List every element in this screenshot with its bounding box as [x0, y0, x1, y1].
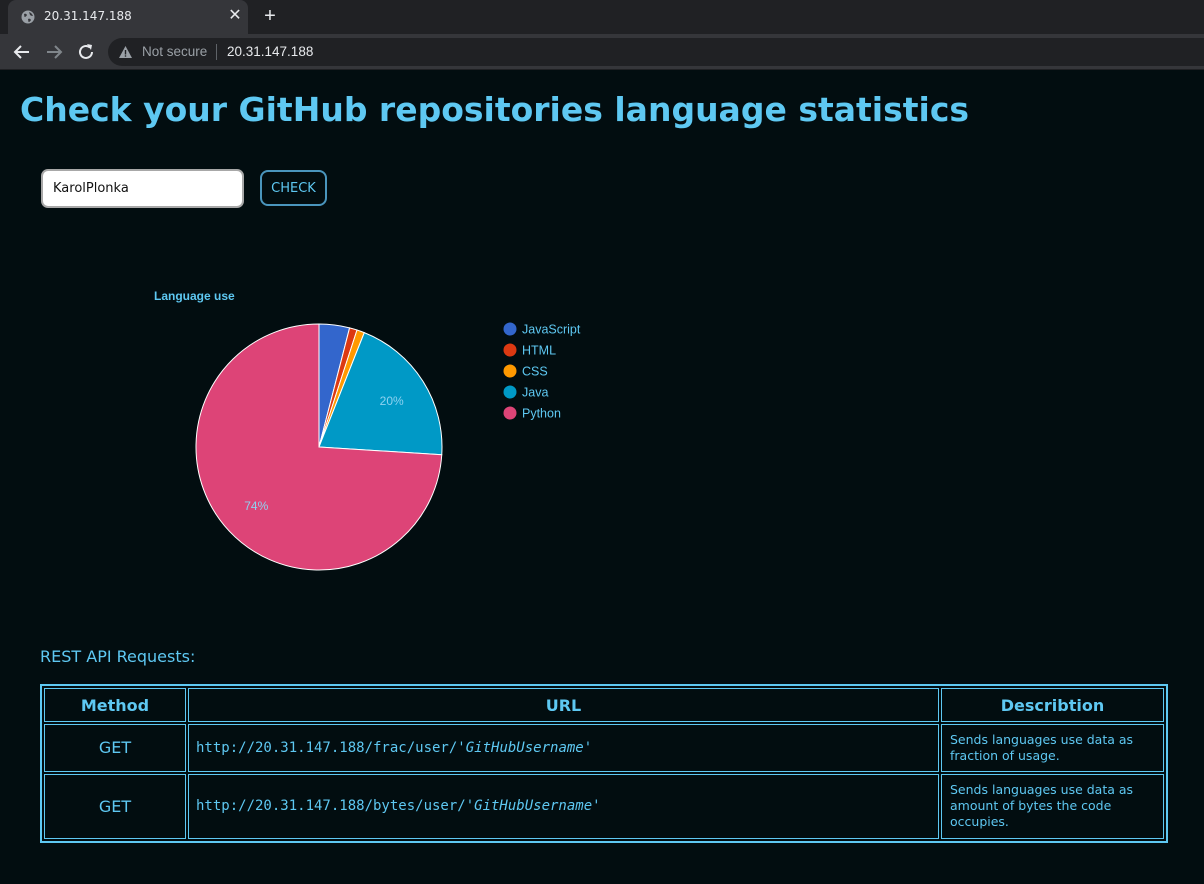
legend-marker-css[interactable]	[503, 364, 517, 378]
browser-tab[interactable]: 20.31.147.188 ✕	[8, 0, 248, 34]
address-separator	[216, 44, 217, 60]
pie-chart-svg: Language use 20% 74% JavaScript HTML CSS Java P…	[154, 289, 581, 571]
warning-icon	[119, 46, 132, 58]
address-bar[interactable]: Not secure 20.31.147.188	[108, 38, 1204, 66]
header-url: URL	[188, 688, 939, 722]
legend-label-javascript[interactable]: JavaScript	[522, 323, 581, 337]
url-prefix: http://20.31.147.188/bytes/user/	[196, 798, 466, 815]
legend-marker-java[interactable]	[503, 385, 517, 399]
url-param: 'GitHubUsername'	[465, 798, 601, 815]
url-prefix: http://20.31.147.188/frac/user/	[196, 739, 458, 756]
reload-icon[interactable]	[75, 41, 97, 63]
method-cell: GET	[44, 724, 186, 772]
url-param: 'GitHubUsername'	[457, 739, 593, 756]
browser-tab-bar: 20.31.147.188 ✕ +	[0, 0, 1204, 34]
globe-icon	[21, 10, 35, 24]
username-input[interactable]	[41, 169, 244, 208]
header-description: Describtion	[941, 688, 1164, 722]
page-title: Check your GitHub repositories language …	[20, 90, 970, 129]
slice-label-python: 74%	[244, 499, 268, 513]
legend-marker-python[interactable]	[503, 406, 517, 420]
legend-label-python[interactable]: Python	[522, 407, 561, 421]
legend-marker-javascript[interactable]	[503, 322, 517, 336]
table-row: GET http://20.31.147.188/bytes/user/'Git…	[44, 773, 1164, 839]
header-method: Method	[44, 688, 186, 722]
table-row: GET http://20.31.147.188/frac/user/'GitH…	[44, 724, 1164, 772]
rest-api-heading: REST API Requests:	[40, 647, 196, 666]
language-pie-chart: Language use 20% 74% JavaScript HTML CSS Java P…	[140, 280, 610, 590]
new-tab-button[interactable]: +	[260, 6, 280, 26]
not-secure-label[interactable]: Not secure	[142, 44, 207, 59]
tab-title: 20.31.147.188	[44, 9, 132, 23]
description-cell: Sends languages use data as fraction of …	[941, 724, 1164, 772]
legend-label-html[interactable]: HTML	[522, 344, 556, 358]
check-button[interactable]: CHECK	[260, 170, 327, 206]
description-cell: Sends languages use data as amount of by…	[941, 773, 1164, 839]
slice-label-java: 20%	[380, 394, 404, 408]
browser-toolbar: Not secure 20.31.147.188	[0, 34, 1204, 70]
table-header-row: Method URL Describtion	[44, 688, 1164, 722]
legend-label-java[interactable]: Java	[522, 386, 548, 400]
url-cell: http://20.31.147.188/frac/user/'GitHubUs…	[188, 724, 939, 772]
tab-close-icon[interactable]: ✕	[226, 7, 244, 25]
url-text[interactable]: 20.31.147.188	[227, 44, 313, 59]
chart-title: Language use	[154, 289, 235, 303]
forward-arrow-icon[interactable]	[43, 41, 65, 63]
legend-label-css[interactable]: CSS	[522, 365, 548, 379]
method-cell: GET	[44, 773, 186, 839]
url-cell: http://20.31.147.188/bytes/user/'GitHubU…	[188, 773, 939, 839]
legend-marker-html[interactable]	[503, 343, 517, 357]
api-requests-table: Method URL Describtion GET http://20.31.…	[40, 684, 1168, 843]
back-arrow-icon[interactable]	[11, 41, 33, 63]
